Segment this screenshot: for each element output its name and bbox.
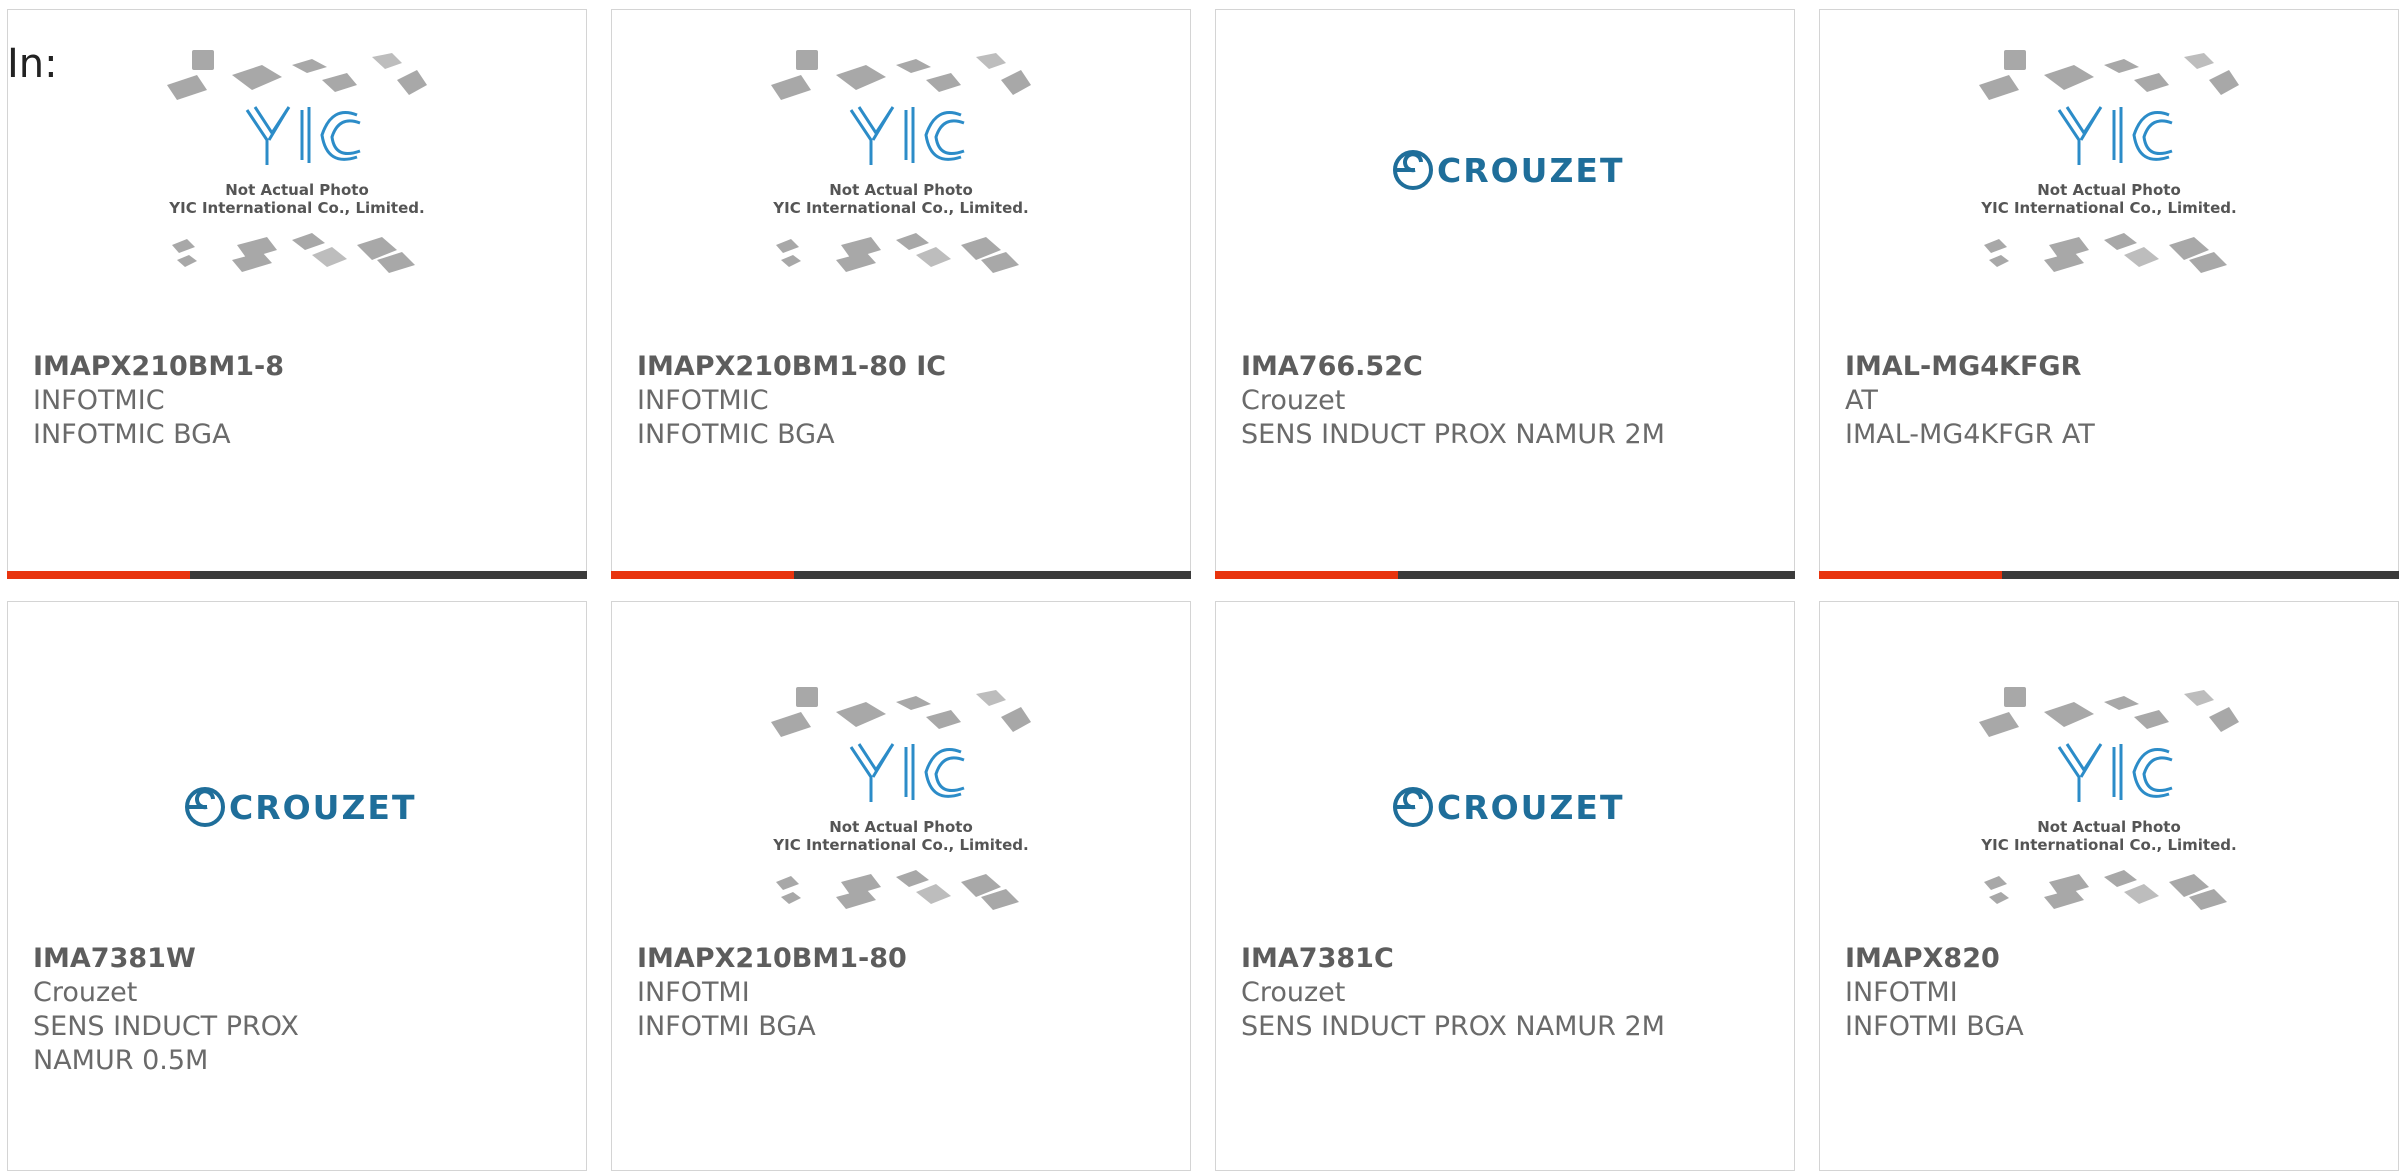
placeholder-caption-1: Not Actual Photo bbox=[2037, 818, 2181, 836]
manufacturer: INFOTMI bbox=[1845, 977, 1958, 1008]
product-info: IMA7381C Crouzet SENS INDUCT PROX NAMUR … bbox=[1241, 942, 1774, 1044]
description: SENS INDUCT PROX NAMUR 2M bbox=[1241, 419, 1665, 450]
part-number[interactable]: IMAPX820 bbox=[1845, 942, 2378, 976]
card-bottom-bar bbox=[1819, 571, 2399, 579]
product-info: IMAL-MG4KFGR AT IMAL-MG4KFGR AT bbox=[1845, 350, 2378, 452]
crouzet-logo-image: CROUZET bbox=[185, 787, 416, 827]
description: INFOTMIC BGA bbox=[33, 419, 231, 450]
product-info: IMAPX210BM1-8 INFOTMIC INFOTMIC BGA bbox=[33, 350, 566, 452]
manufacturer: INFOTMIC bbox=[637, 385, 769, 416]
product-image[interactable]: CROUZET bbox=[1216, 682, 1794, 932]
crouzet-logo-image: CROUZET bbox=[1393, 150, 1624, 190]
yic-placeholder-image: Not Actual Photo YIC International Co., … bbox=[1979, 687, 2239, 910]
crouzet-logo-text: CROUZET bbox=[1437, 788, 1624, 827]
product-image[interactable]: Not Actual Photo YIC International Co., … bbox=[1820, 45, 2398, 295]
yic-placeholder-image: Not Actual Photo YIC International Co., … bbox=[167, 50, 427, 273]
placeholder-caption-2: YIC International Co., Limited. bbox=[1980, 836, 2236, 854]
crouzet-logo-text: CROUZET bbox=[229, 788, 416, 827]
product-card[interactable]: CROUZET IMA7381W Crouzet SENS INDUCT PRO… bbox=[7, 601, 587, 1171]
part-number[interactable]: IMA7381W bbox=[33, 942, 566, 976]
manufacturer: Crouzet bbox=[33, 977, 138, 1008]
page-label: In: bbox=[7, 41, 58, 87]
product-info: IMAPX210BM1-80 INFOTMI INFOTMI BGA bbox=[637, 942, 1170, 1044]
placeholder-caption-1: Not Actual Photo bbox=[225, 181, 369, 199]
manufacturer: AT bbox=[1845, 385, 1878, 416]
yic-placeholder-image: Not Actual Photo YIC International Co., … bbox=[1979, 50, 2239, 273]
product-info: IMA7381W Crouzet SENS INDUCT PROX NAMUR … bbox=[33, 942, 566, 1078]
yic-placeholder-image: Not Actual Photo YIC International Co., … bbox=[771, 50, 1031, 273]
manufacturer: Crouzet bbox=[1241, 977, 1346, 1008]
product-image[interactable]: CROUZET bbox=[1216, 45, 1794, 295]
product-card[interactable]: Not Actual Photo YIC International Co., … bbox=[611, 601, 1191, 1171]
product-image[interactable]: Not Actual Photo YIC International Co., … bbox=[8, 45, 586, 295]
crouzet-logo-image: CROUZET bbox=[1393, 787, 1624, 827]
product-image[interactable]: CROUZET bbox=[8, 682, 586, 932]
product-card[interactable]: Not Actual Photo YIC International Co., … bbox=[1819, 601, 2399, 1171]
description: SENS INDUCT PROX NAMUR 2M bbox=[1241, 1011, 1665, 1042]
product-info: IMAPX820 INFOTMI INFOTMI BGA bbox=[1845, 942, 2378, 1044]
manufacturer: INFOTMI bbox=[637, 977, 750, 1008]
part-number[interactable]: IMA7381C bbox=[1241, 942, 1774, 976]
part-number[interactable]: IMAPX210BM1-8 bbox=[33, 350, 566, 384]
placeholder-caption-2: YIC International Co., Limited. bbox=[772, 836, 1028, 854]
product-card[interactable]: Not Actual Photo YIC International Co., … bbox=[7, 9, 587, 579]
crouzet-logo-text: CROUZET bbox=[1437, 151, 1624, 190]
product-info: IMA766.52C Crouzet SENS INDUCT PROX NAMU… bbox=[1241, 350, 1774, 452]
product-card[interactable]: CROUZET IMA766.52C Crouzet SENS INDUCT P… bbox=[1215, 9, 1795, 579]
product-card[interactable]: Not Actual Photo YIC International Co., … bbox=[611, 9, 1191, 579]
product-image[interactable]: Not Actual Photo YIC International Co., … bbox=[1820, 682, 2398, 932]
part-number[interactable]: IMA766.52C bbox=[1241, 350, 1774, 384]
description: INFOTMIC BGA bbox=[637, 419, 835, 450]
manufacturer: INFOTMIC bbox=[33, 385, 165, 416]
placeholder-caption-2: YIC International Co., Limited. bbox=[772, 199, 1028, 217]
product-image[interactable]: Not Actual Photo YIC International Co., … bbox=[612, 45, 1190, 295]
product-card[interactable]: CROUZET IMA7381C Crouzet SENS INDUCT PRO… bbox=[1215, 601, 1795, 1171]
description: SENS INDUCT PROX NAMUR 0.5M bbox=[33, 1011, 299, 1076]
placeholder-caption-2: YIC International Co., Limited. bbox=[1980, 199, 2236, 217]
manufacturer: Crouzet bbox=[1241, 385, 1346, 416]
card-bottom-bar bbox=[611, 571, 1191, 579]
part-number[interactable]: IMAL-MG4KFGR bbox=[1845, 350, 2378, 384]
placeholder-caption-2: YIC International Co., Limited. bbox=[168, 199, 424, 217]
product-info: IMAPX210BM1-80 IC INFOTMIC INFOTMIC BGA bbox=[637, 350, 1170, 452]
description: INFOTMI BGA bbox=[637, 1011, 816, 1042]
description: INFOTMI BGA bbox=[1845, 1011, 2024, 1042]
card-bottom-bar bbox=[1215, 571, 1795, 579]
part-number[interactable]: IMAPX210BM1-80 bbox=[637, 942, 1170, 976]
placeholder-caption-1: Not Actual Photo bbox=[829, 818, 973, 836]
placeholder-caption-1: Not Actual Photo bbox=[829, 181, 973, 199]
description: IMAL-MG4KFGR AT bbox=[1845, 419, 2095, 450]
part-number[interactable]: IMAPX210BM1-80 IC bbox=[637, 350, 1170, 384]
card-bottom-bar bbox=[7, 571, 587, 579]
product-grid: Not Actual Photo YIC International Co., … bbox=[7, 9, 2400, 1171]
product-card[interactable]: Not Actual Photo YIC International Co., … bbox=[1819, 9, 2399, 579]
product-image[interactable]: Not Actual Photo YIC International Co., … bbox=[612, 682, 1190, 932]
placeholder-caption-1: Not Actual Photo bbox=[2037, 181, 2181, 199]
yic-placeholder-image: Not Actual Photo YIC International Co., … bbox=[771, 687, 1031, 910]
